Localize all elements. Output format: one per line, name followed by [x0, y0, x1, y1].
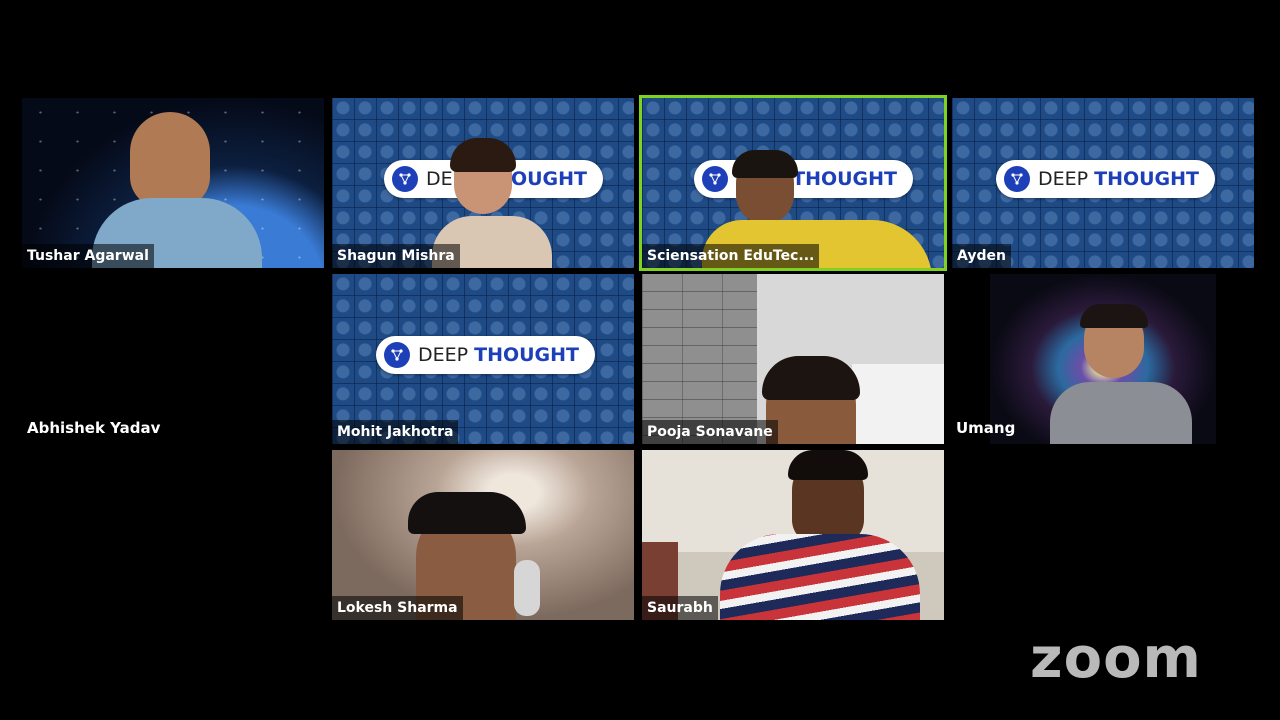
- participant-name: Pooja Sonavane: [642, 420, 778, 444]
- video-tile-tushar[interactable]: Tushar Agarwal: [22, 98, 324, 268]
- participant-avatar: [130, 112, 210, 207]
- cabinet: [852, 364, 944, 444]
- participant-name: Ayden: [952, 244, 1011, 268]
- participant-hair: [788, 450, 868, 480]
- video-tile-ayden[interactable]: DEEP THOUGHT Ayden: [952, 98, 1254, 268]
- participant-name: Mohit Jakhotra: [332, 420, 459, 444]
- deepthought-banner: DEEP THOUGHT: [694, 160, 914, 198]
- video-tile-umang[interactable]: Umang: [952, 274, 1254, 444]
- video-tile-shagun[interactable]: DEEP THOUGHT Shagun Mishra: [332, 98, 634, 268]
- deepthought-logo-icon: [702, 166, 728, 192]
- deepthought-banner: DEEP THOUGHT: [376, 336, 596, 374]
- participant-hair: [1080, 304, 1148, 328]
- deepthought-banner: DEEP THOUGHT: [996, 160, 1216, 198]
- participant-name: Tushar Agarwal: [22, 244, 154, 268]
- participant-shirt: [1050, 382, 1192, 444]
- zoom-watermark: zoom: [1030, 626, 1202, 691]
- brick-wall: [642, 274, 757, 444]
- participant-name: Shagun Mishra: [332, 244, 460, 268]
- deepthought-logo-icon: [384, 342, 410, 368]
- video-tile-lokesh[interactable]: Lokesh Sharma: [332, 450, 634, 620]
- video-tile-pooja[interactable]: Pooja Sonavane: [642, 274, 944, 444]
- banner-thought: THOUGHT: [792, 168, 898, 190]
- video-tile-sciensation-active-speaker[interactable]: DEEP THOUGHT Sciensation EduTec...: [639, 95, 947, 271]
- video-tile-mohit[interactable]: DEEP THOUGHT Mohit Jakhotra: [332, 274, 634, 444]
- participant-shirt: [720, 534, 920, 620]
- deepthought-logo-icon: [1004, 166, 1030, 192]
- participant-name: Saurabh: [642, 596, 718, 620]
- video-tile-abhishek[interactable]: Abhishek Yadav: [22, 274, 324, 444]
- participant-hair: [762, 356, 860, 400]
- banner-thought: THOUGHT: [474, 344, 580, 366]
- participant-hair: [732, 150, 798, 178]
- banner-deep: DEEP: [1038, 168, 1089, 190]
- banner-thought: THOUGHT: [1094, 168, 1200, 190]
- participant-name: Lokesh Sharma: [332, 596, 463, 620]
- banner-deep: DEEP: [418, 344, 469, 366]
- participant-hair: [408, 492, 526, 534]
- deepthought-logo-icon: [392, 166, 418, 192]
- participant-name: Umang: [956, 419, 1016, 437]
- headphones: [514, 560, 540, 616]
- participant-name: Sciensation EduTec...: [642, 244, 820, 268]
- video-tile-saurabh[interactable]: Saurabh: [642, 450, 944, 620]
- participant-name: Abhishek Yadav: [27, 419, 161, 437]
